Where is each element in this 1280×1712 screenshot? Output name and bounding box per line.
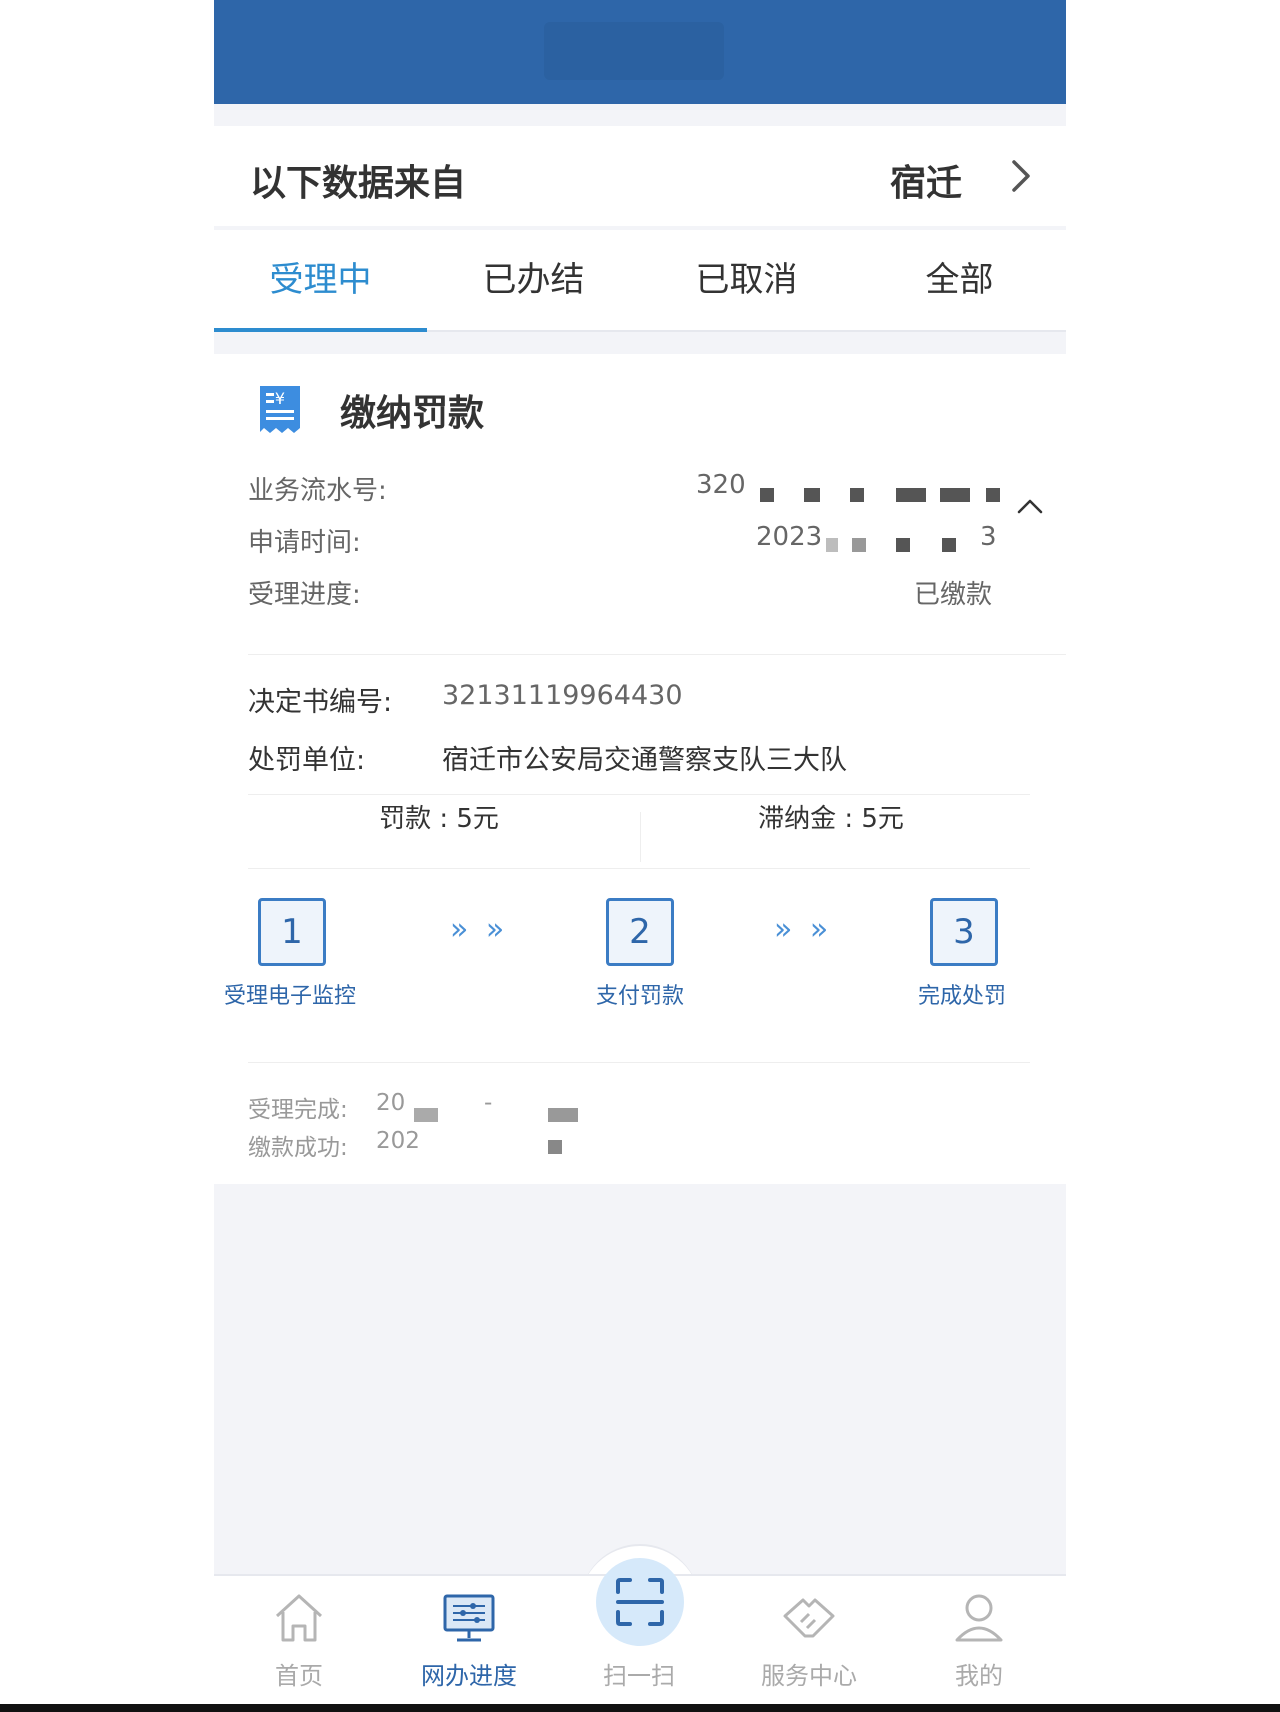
user-icon [955, 1594, 1003, 1642]
tabbar-label: 服务中心 [761, 1662, 857, 1690]
apply-time-label: 申请时间: [248, 528, 361, 558]
apply-time-value: 2023 [756, 522, 823, 552]
tabbar-label: 网办进度 [421, 1662, 517, 1690]
accept-done-label: 受理完成: [248, 1097, 348, 1123]
app-screen: 以下数据来自 宿迁 受理中 已办结 已取消 全部 ¥ 缴纳罚款 业务流水号: 3… [214, 0, 1066, 1704]
penalty-unit-value: 宿迁市公安局交通警察支队三大队 [442, 745, 847, 776]
divider [248, 794, 1030, 795]
scan-icon [616, 1578, 664, 1626]
redaction-mask [896, 488, 926, 502]
late-fee-amount: 滞纳金 : 5元 [758, 804, 904, 834]
redaction-mask [804, 488, 820, 502]
chevron-right-icon[interactable] [1000, 156, 1040, 196]
receipt-yuan-icon: ¥ [260, 386, 300, 433]
tabbar-item-home[interactable]: 首页 [214, 1576, 384, 1704]
tabbar-item-progress[interactable]: 网办进度 [384, 1576, 554, 1704]
divider [248, 654, 1066, 655]
svg-text:¥: ¥ [275, 389, 285, 408]
accept-done-dash: - [484, 1090, 493, 1116]
redaction-mask [548, 1140, 562, 1154]
redaction-mask [760, 488, 774, 502]
tab-cancelled[interactable]: 已取消 [640, 230, 853, 330]
progress-label: 受理进度: [248, 580, 361, 610]
step-1-badge: 1 [258, 898, 326, 966]
page-title [544, 22, 724, 80]
home-icon [275, 1594, 323, 1642]
pay-success-value: 202 [376, 1128, 420, 1154]
record-title: 缴纳罚款 [340, 393, 485, 434]
tab-all[interactable]: 全部 [853, 230, 1066, 330]
accept-done-value: 20 [376, 1090, 406, 1116]
step-3-label: 完成处罚 [917, 984, 1006, 1009]
step-3-badge: 3 [930, 898, 998, 966]
redaction-mask [940, 488, 970, 502]
step-arrow: » » [450, 912, 509, 947]
tabbar-label: 扫一扫 [603, 1662, 675, 1690]
redaction-mask [826, 538, 838, 552]
pay-success-label: 缴款成功: [248, 1135, 348, 1161]
serial-value: 320 [696, 470, 746, 500]
progress-value: 已缴款 [914, 580, 993, 610]
step-arrow: » » [774, 912, 833, 947]
redaction-mask [548, 1108, 578, 1122]
serial-label: 业务流水号: [248, 476, 387, 506]
tab-completed[interactable]: 已办结 [427, 230, 640, 330]
step-1-label: 受理电子监控 [223, 984, 356, 1009]
screen-bottom-edge [0, 1704, 1280, 1712]
step-2-badge: 2 [606, 898, 674, 966]
tab-processing[interactable]: 受理中 [214, 230, 427, 332]
handshake-icon [783, 1598, 835, 1638]
decision-no-value: 32131119964430 [442, 680, 683, 711]
data-source-city: 宿迁 [889, 163, 962, 204]
scan-button[interactable] [596, 1558, 684, 1646]
redaction-mask [850, 488, 864, 502]
tabbar-label: 首页 [275, 1662, 323, 1690]
fine-amount: 罚款 : 5元 [379, 804, 499, 834]
tabbar-item-service-center[interactable]: 服务中心 [724, 1576, 894, 1704]
fine-record-card: ¥ 缴纳罚款 业务流水号: 320 申请时间: 2023 3 受理进度: 已缴款… [214, 354, 1066, 1184]
redaction-mask [896, 538, 910, 552]
redaction-mask [852, 538, 866, 552]
redaction-mask [942, 538, 956, 552]
apply-time-tail: 3 [980, 522, 997, 552]
monitor-progress-icon [443, 1594, 495, 1642]
decision-no-label: 决定书编号: [248, 687, 393, 718]
redaction-mask [986, 488, 1000, 502]
status-tabs: 受理中 已办结 已取消 全部 [214, 230, 1066, 332]
tabbar-label: 我的 [955, 1662, 1003, 1690]
data-source-label: 以下数据来自 [250, 163, 467, 204]
step-2-label: 支付罚款 [595, 984, 684, 1009]
penalty-unit-label: 处罚单位: [248, 745, 366, 776]
divider [248, 868, 1030, 869]
redaction-mask [414, 1108, 438, 1122]
tabbar-item-mine[interactable]: 我的 [894, 1576, 1064, 1704]
data-source-row[interactable]: 以下数据来自 宿迁 [214, 126, 1066, 226]
chevron-up-icon[interactable] [1016, 496, 1044, 516]
top-bar [214, 0, 1066, 104]
divider [248, 1062, 1030, 1063]
